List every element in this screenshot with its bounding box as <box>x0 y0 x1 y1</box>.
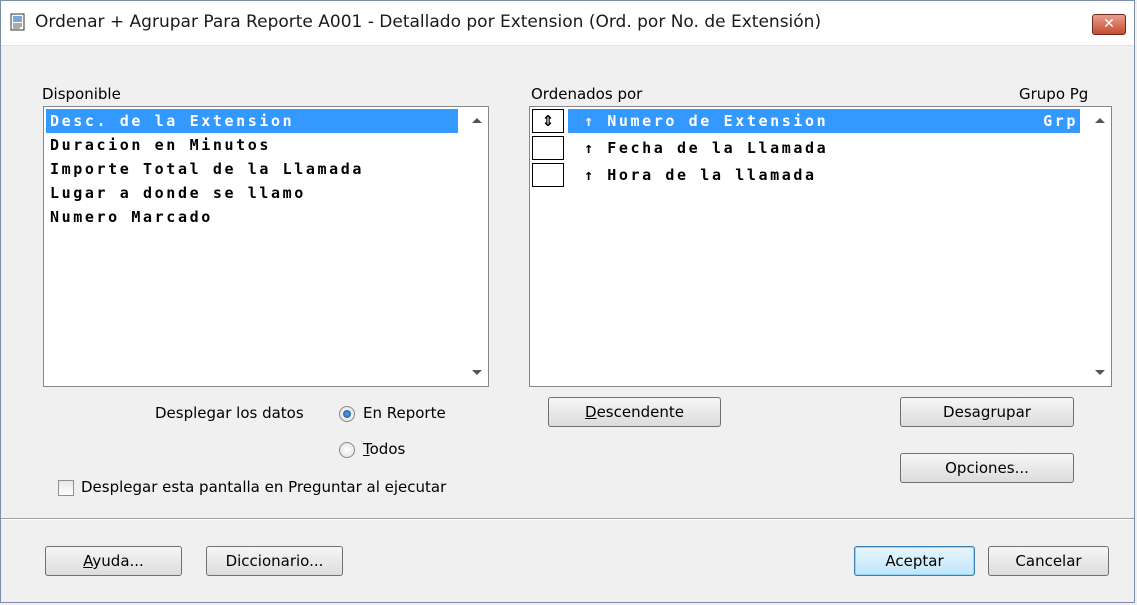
available-list[interactable]: Desc. de la Extension Duracion en Minuto… <box>43 106 489 387</box>
scroll-down-icon[interactable] <box>472 370 482 375</box>
sorted-label: Ordenados por <box>531 85 643 103</box>
sort-direction-toggle[interactable] <box>532 163 564 187</box>
show-on-run-label[interactable]: Desplegar esta pantalla en Preguntar al … <box>81 478 446 496</box>
radio-en-reporte[interactable] <box>339 406 355 422</box>
close-icon: ✕ <box>1103 16 1115 32</box>
options-button[interactable]: Opciones... <box>900 453 1074 483</box>
descending-button[interactable]: Descendente <box>548 397 721 427</box>
group-indicator: Grp <box>1043 112 1078 130</box>
list-item[interactable]: Importe Total de la Llamada <box>46 157 364 181</box>
scroll-up-icon[interactable] <box>1095 118 1105 123</box>
list-item[interactable]: ↑ Numero de Extension Grp <box>568 109 1080 133</box>
dialog-window: Ordenar + Agrupar Para Reporte A001 - De… <box>0 0 1135 603</box>
scroll-up-icon[interactable] <box>472 118 482 123</box>
sorted-list[interactable]: ↑ Numero de Extension Grp ⇕ ↑ Fecha de l… <box>529 106 1112 387</box>
scroll-down-icon[interactable] <box>1095 370 1105 375</box>
list-item[interactable]: ↑ Fecha de la Llamada <box>568 136 828 160</box>
ungroup-button[interactable]: Desagrupar <box>900 397 1074 427</box>
show-on-run-checkbox[interactable] <box>58 480 74 496</box>
accept-button[interactable]: Aceptar <box>854 546 975 576</box>
list-item[interactable]: Duracion en Minutos <box>46 133 271 157</box>
radio-todos[interactable] <box>339 442 355 458</box>
radio-todos-label[interactable]: Todos <box>363 440 405 458</box>
list-item[interactable]: ↑ Hora de la llamada <box>568 163 817 187</box>
sorted-scrollbar[interactable] <box>1091 107 1111 386</box>
title-bar: Ordenar + Agrupar Para Reporte A001 - De… <box>1 1 1134 46</box>
separator <box>1 518 1134 520</box>
report-icon <box>10 13 25 31</box>
list-item[interactable]: Numero Marcado <box>46 205 213 229</box>
list-item[interactable]: Desc. de la Extension <box>46 109 458 133</box>
close-button[interactable]: ✕ <box>1092 14 1126 35</box>
sort-direction-toggle[interactable]: ⇕ <box>532 109 564 133</box>
dictionary-button[interactable]: Diccionario... <box>206 546 343 576</box>
sort-direction-toggle[interactable] <box>532 136 564 160</box>
cancel-button[interactable]: Cancelar <box>988 546 1109 576</box>
help-button[interactable]: Ayuda... <box>45 546 182 576</box>
available-label: Disponible <box>42 85 121 103</box>
display-data-label: Desplegar los datos <box>155 404 304 422</box>
available-scrollbar[interactable] <box>468 107 488 386</box>
window-title: Ordenar + Agrupar Para Reporte A001 - De… <box>35 12 822 32</box>
group-page-label: Grupo Pg <box>1019 85 1089 103</box>
radio-en-reporte-label[interactable]: En Reporte <box>363 404 446 422</box>
list-item[interactable]: Lugar a donde se llamo <box>46 181 306 205</box>
